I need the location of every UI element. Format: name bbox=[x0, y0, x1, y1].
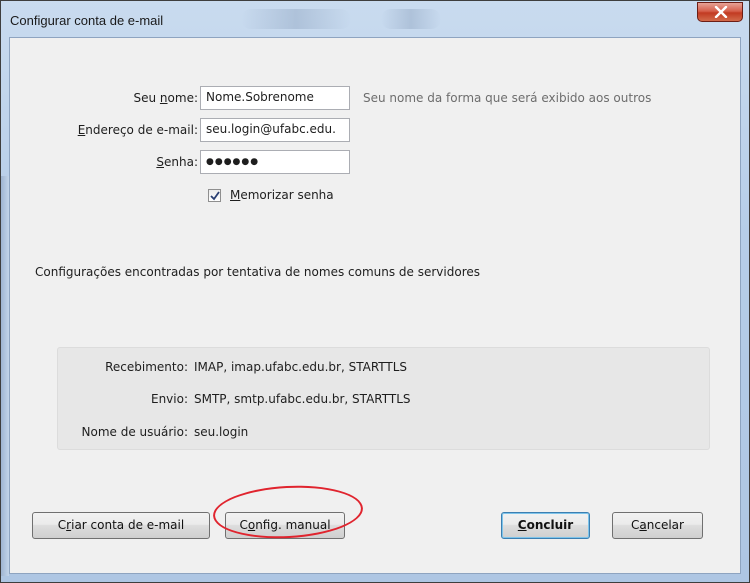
background-blur bbox=[241, 9, 351, 29]
close-icon bbox=[714, 6, 728, 18]
done-button[interactable]: Concluir bbox=[501, 512, 590, 539]
remember-password-label[interactable]: Memorizar senha bbox=[230, 188, 334, 202]
remember-password-checkbox[interactable] bbox=[208, 189, 221, 202]
username-value: seu.login bbox=[194, 425, 249, 439]
outgoing-label: Envio: bbox=[150, 392, 188, 406]
incoming-value: IMAP, imap.ufabc.edu.br, STARTTLS bbox=[194, 360, 408, 374]
outgoing-value: SMTP, smtp.ufabc.edu.br, STARTTLS bbox=[194, 392, 411, 406]
name-label: Seu nome: bbox=[133, 91, 199, 105]
create-account-button[interactable]: Criar conta de e-mail bbox=[32, 512, 210, 539]
background-blur bbox=[381, 9, 441, 29]
manual-config-button[interactable]: Config. manual bbox=[225, 512, 345, 539]
name-hint: Seu nome da forma que será exibido aos o… bbox=[363, 91, 652, 105]
window-frame-edge bbox=[1, 176, 9, 576]
incoming-label: Recebimento: bbox=[105, 360, 188, 374]
title-bar[interactable]: Configurar conta de e-mail bbox=[1, 1, 749, 37]
password-input[interactable]: ●●●●●● bbox=[200, 150, 350, 174]
name-input[interactable]: Nome.Sobrenome bbox=[200, 86, 350, 110]
password-label: Senha: bbox=[156, 155, 198, 169]
dialog-window: Configurar conta de e-mail Seu nome: Nom… bbox=[0, 0, 750, 583]
server-info-panel: Recebimento: IMAP, imap.ufabc.edu.br, ST… bbox=[57, 347, 710, 450]
status-message: Configurações encontradas por tentativa … bbox=[35, 265, 481, 279]
username-label: Nome de usuário: bbox=[81, 425, 189, 439]
close-button[interactable] bbox=[697, 2, 743, 22]
email-label: Endereço de e-mail: bbox=[77, 123, 198, 137]
dialog-content: Seu nome: Nome.Sobrenome Seu nome da for… bbox=[9, 37, 741, 574]
email-input[interactable]: seu.login@ufabc.edu. bbox=[200, 118, 350, 142]
window-title: Configurar conta de e-mail bbox=[10, 13, 164, 28]
checkmark-icon bbox=[210, 191, 220, 201]
cancel-button[interactable]: Cancelar bbox=[612, 512, 703, 539]
